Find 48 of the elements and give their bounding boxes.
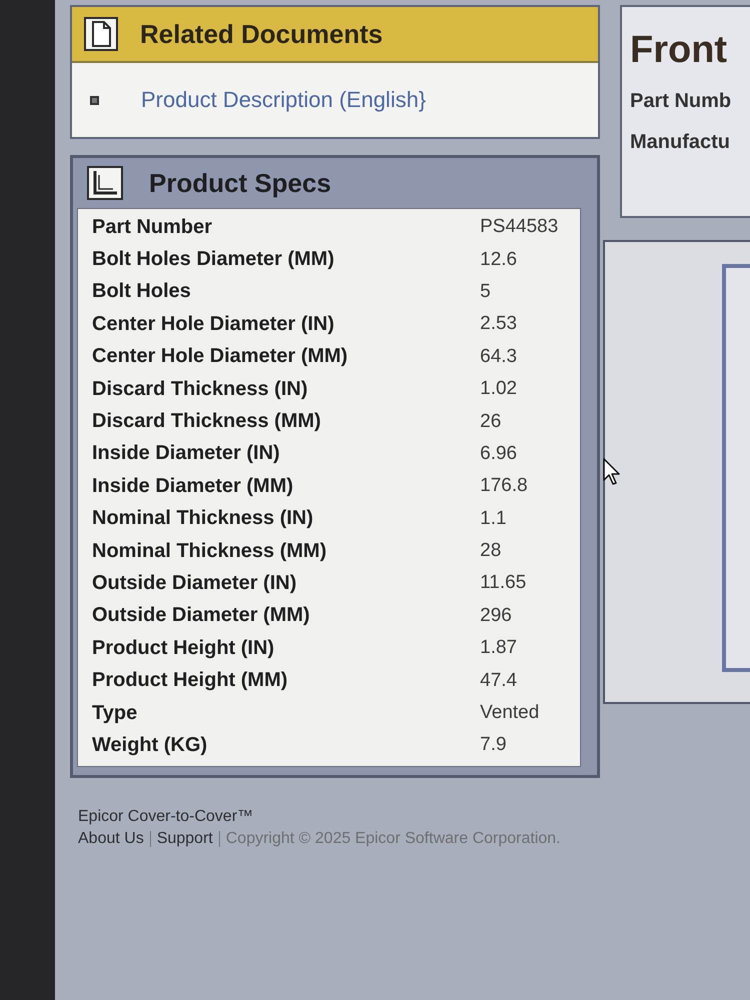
bullet-icon <box>90 96 99 104</box>
brand-name: Epicor Cover-to-Cover™ <box>78 808 254 826</box>
spec-label: Discard Thickness (MM) <box>91 410 321 434</box>
spec-value: 11.65 <box>480 572 526 594</box>
spec-label: Bolt Holes <box>91 280 191 304</box>
spec-label: Type <box>91 702 138 725</box>
panel-title: Related Documents <box>140 18 383 50</box>
spec-value: 64.3 <box>480 346 517 368</box>
document-icon <box>84 17 118 51</box>
spec-label: Product Height (IN) <box>91 636 274 660</box>
copyright-text: Copyright © 2025 Epicor Software Corporation. <box>224 830 560 848</box>
spec-value: Vented <box>480 702 540 724</box>
spec-value: 28 <box>480 540 502 562</box>
spec-label: Center Hole Diameter (MM) <box>91 345 348 368</box>
panel-title: Product Specs <box>149 168 332 198</box>
spec-value: 176.8 <box>480 475 528 498</box>
spec-label: Discard Thickness (IN) <box>91 378 308 401</box>
spec-label: Outside Diameter (IN) <box>91 572 296 595</box>
footer-link[interactable]: Support <box>150 830 219 848</box>
field-label: Part Numb <box>630 90 732 113</box>
ruler-icon <box>87 166 123 200</box>
spec-value: 1.87 <box>480 637 517 660</box>
spec-label: Nominal Thickness (IN) <box>91 507 314 530</box>
spec-label: Product Height (MM) <box>91 669 288 692</box>
spec-value: 5 <box>480 280 491 303</box>
spec-label: Center Hole Diameter (IN) <box>91 312 334 336</box>
spec-label: Nominal Thickness (MM) <box>91 540 326 563</box>
spec-label: Outside Diameter (MM) <box>91 604 310 628</box>
document-link[interactable]: Product Description (English} <box>141 87 426 113</box>
spec-value: 1.1 <box>480 508 506 530</box>
spec-label: Inside Diameter (MM) <box>91 474 294 498</box>
spec-label: Part Number <box>91 216 212 239</box>
spec-value: 12.6 <box>480 248 517 271</box>
spec-label: Inside Diameter (IN) <box>91 442 280 466</box>
spec-value: 296 <box>480 604 512 627</box>
spec-value: 1.02 <box>480 378 517 400</box>
spec-value: 7.9 <box>480 734 506 756</box>
field-label: Manufactu <box>630 131 730 154</box>
spec-value: 2.53 <box>480 313 517 336</box>
spec-value: 6.96 <box>480 442 517 465</box>
mouse-pointer-icon <box>603 458 621 486</box>
panel-title: Front <box>630 29 728 72</box>
spec-value: 47.4 <box>480 670 517 692</box>
spec-value: 26 <box>480 410 502 433</box>
spec-value: PS44583 <box>480 216 558 238</box>
footer-link[interactable]: About Us <box>78 830 150 848</box>
spec-label: Bolt Holes Diameter (MM) <box>91 248 334 272</box>
spec-label: Weight (KG) <box>91 734 208 757</box>
